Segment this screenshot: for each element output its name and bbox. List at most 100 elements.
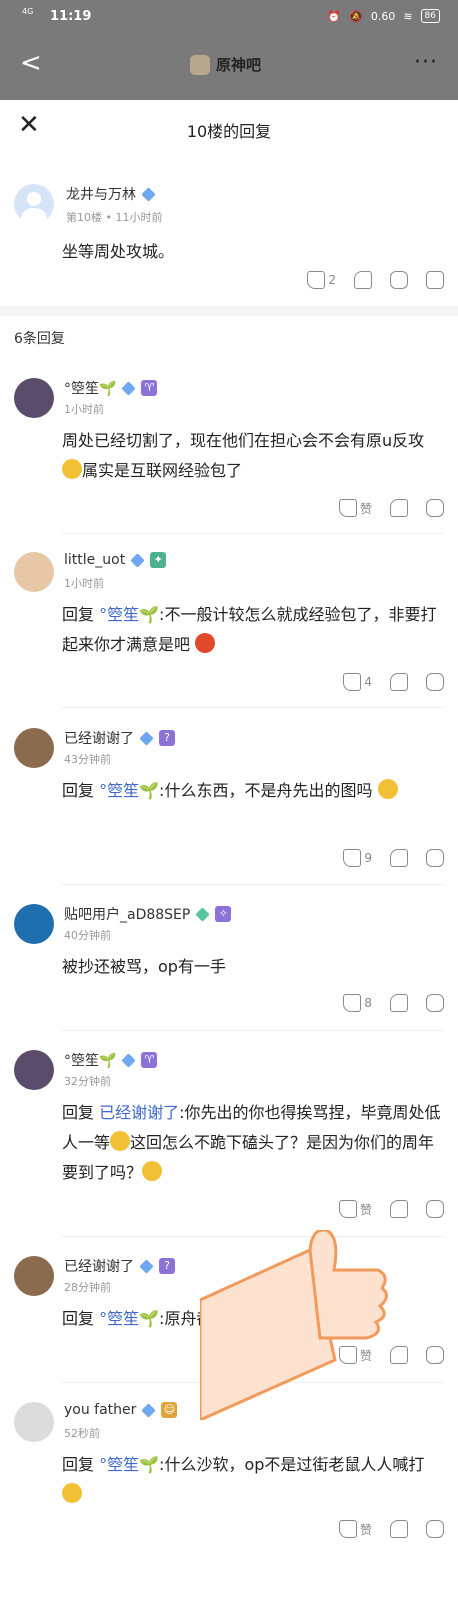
divider	[62, 884, 444, 885]
reply-actions: 4	[343, 673, 444, 691]
share-button[interactable]	[426, 271, 444, 289]
post-time: 11小时前	[115, 211, 163, 224]
reply-prefix: 回复	[62, 605, 95, 624]
avatar[interactable]	[14, 1402, 54, 1442]
comment-icon	[426, 499, 444, 517]
dislike-button[interactable]	[390, 1346, 408, 1364]
mention-link[interactable]: 已经谢谢了	[99, 1103, 179, 1122]
reply-time: 52秒前	[64, 1427, 100, 1440]
comment-button[interactable]	[426, 499, 444, 517]
back-button[interactable]: <	[20, 50, 42, 76]
reply-text: :原舟都玩	[159, 1309, 229, 1328]
reply-author[interactable]: little_uot ✦	[64, 552, 167, 568]
level-badge-icon: ✦	[150, 552, 167, 568]
share-icon	[426, 271, 444, 289]
avatar[interactable]	[14, 552, 54, 592]
like-button[interactable]: 赞	[338, 1200, 372, 1218]
thumbs-down-icon	[390, 1346, 408, 1364]
reply-text: 周处已经切割了，现在他们在担心会不会有原u反攻	[62, 431, 425, 450]
author-name: °箜笙🌱	[64, 1053, 117, 1069]
mention-link[interactable]: °箜笙🌱	[99, 605, 159, 624]
mention-link[interactable]: °箜笙🌱	[99, 781, 159, 800]
like-button[interactable]: 赞	[338, 1520, 372, 1538]
reply-author[interactable]: °箜笙🌱 ♈	[64, 378, 158, 398]
avatar[interactable]	[14, 1256, 54, 1296]
verified-badge-icon	[139, 1258, 154, 1274]
like-button[interactable]: 赞	[338, 499, 372, 517]
reply-actions: 赞	[338, 1200, 444, 1218]
reply-author[interactable]: °箜笙🌱 ♈	[64, 1050, 158, 1070]
comment-button[interactable]	[426, 994, 444, 1012]
thumbs-down-icon	[390, 499, 408, 517]
dislike-button[interactable]	[354, 271, 372, 289]
like-label: 赞	[359, 1348, 372, 1363]
level-badge-icon: ✧	[215, 906, 232, 922]
comment-icon	[426, 1346, 444, 1364]
avatar[interactable]	[14, 1050, 54, 1090]
meta-dot: •	[105, 211, 116, 224]
like-button[interactable]: 2	[307, 271, 336, 289]
main-post: 龙井与万林 第10楼 • 11小时前 坐等周处攻城。 2	[0, 158, 458, 308]
reply-text-tail: 我自己	[324, 1309, 373, 1328]
post-content: 坐等周处攻城。	[62, 242, 175, 261]
like-button[interactable]: 9	[343, 849, 372, 867]
forum-avatar	[190, 54, 210, 75]
avatar[interactable]	[14, 728, 54, 768]
comment-button[interactable]	[426, 1200, 444, 1218]
list-item: °箜笙🌱 ♈ 1小时前 周处已经切割了，现在他们在担心会不会有原u反攻属实是互联…	[0, 378, 458, 534]
wifi-icon: ≋	[403, 9, 413, 23]
reply-author[interactable]: you father ☺	[64, 1402, 178, 1418]
reply-time: 1小时前	[64, 403, 104, 416]
reply-author[interactable]: 贴吧用户_aD88SEP ✧	[64, 904, 232, 924]
comment-button[interactable]	[390, 271, 408, 289]
mention-link[interactable]: °箜笙🌱	[99, 1455, 159, 1474]
comment-button[interactable]	[426, 1520, 444, 1538]
sheet-header: ✕ 10楼的回复	[0, 100, 458, 158]
dislike-button[interactable]	[390, 1520, 408, 1538]
like-button[interactable]: 赞	[338, 1346, 372, 1364]
avatar[interactable]	[14, 378, 54, 418]
like-count: 4	[364, 675, 372, 689]
dislike-button[interactable]	[390, 849, 408, 867]
thumbs-down-icon	[354, 271, 372, 289]
dislike-button[interactable]	[390, 673, 408, 691]
list-item: °箜笙🌱 ♈ 32分钟前 回复 已经谢谢了:你先出的你也得挨骂捏，毕竟周处低人一…	[0, 1050, 458, 1237]
mention-link[interactable]: °箜笙🌱	[99, 1309, 159, 1328]
status-time: 11:19	[50, 9, 92, 24]
alarm-icon: ⏰	[327, 9, 342, 23]
comment-icon	[426, 849, 444, 867]
section-divider	[0, 306, 458, 316]
thumbs-up-icon	[307, 271, 326, 289]
dislike-button[interactable]	[390, 1200, 408, 1218]
reply-author[interactable]: 已经谢谢了 ?	[64, 728, 175, 748]
divider	[62, 707, 444, 708]
comment-icon	[426, 1520, 444, 1538]
reply-count: 6条回复	[14, 331, 65, 347]
post-meta: 第10楼 • 11小时前	[66, 209, 163, 225]
post-actions: 2	[307, 271, 444, 289]
level-badge-icon: ♈	[141, 1052, 158, 1068]
comment-button[interactable]	[426, 1346, 444, 1364]
like-button[interactable]: 8	[343, 994, 372, 1012]
dislike-button[interactable]	[390, 499, 408, 517]
forum-title[interactable]: 原神吧	[190, 54, 261, 75]
reply-author[interactable]: 已经谢谢了 ?	[64, 1256, 175, 1276]
reply-prefix: 回复	[62, 1309, 95, 1328]
dislike-button[interactable]	[390, 994, 408, 1012]
verified-badge-icon	[141, 186, 156, 202]
reply-actions: 8	[343, 994, 444, 1012]
level-badge-icon: ☺	[161, 1402, 178, 1418]
reply-time: 28分钟前	[64, 1281, 111, 1294]
avatar[interactable]	[14, 184, 54, 224]
avatar[interactable]	[14, 904, 54, 944]
thumbs-down-icon	[390, 673, 408, 691]
reply-content: 被抄还被骂，op有一手	[62, 957, 226, 976]
reply-time: 32分钟前	[64, 1075, 111, 1088]
comment-button[interactable]	[426, 849, 444, 867]
comment-button[interactable]	[426, 673, 444, 691]
more-button[interactable]: ···	[414, 50, 438, 75]
like-button[interactable]: 4	[343, 673, 372, 691]
status-bar: 4G 11:19 ⏰ 🔕 0.60 ≋ 86	[0, 0, 458, 36]
list-item: little_uot ✦ 1小时前 回复 °箜笙🌱:不一般计较怎么就成经验包了，…	[0, 552, 458, 708]
post-author[interactable]: 龙井与万林	[66, 184, 156, 204]
